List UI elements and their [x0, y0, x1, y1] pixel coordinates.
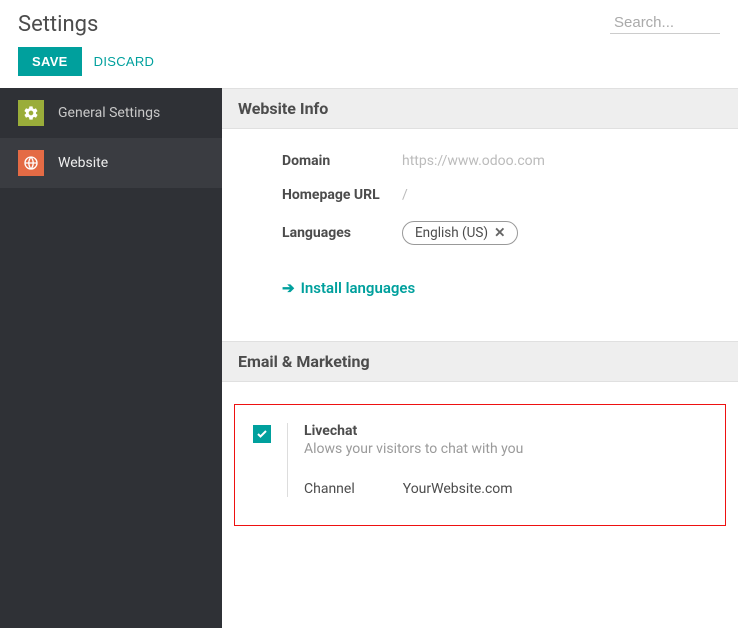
install-languages-link[interactable]: ➔ Install languages	[282, 279, 415, 297]
sidebar-item-website[interactable]: Website	[0, 138, 222, 188]
channel-value[interactable]: YourWebsite.com	[403, 481, 513, 497]
sidebar-item-label: Website	[58, 155, 108, 171]
homepage-url-label: Homepage URL	[282, 187, 382, 203]
livechat-checkbox[interactable]	[253, 425, 271, 443]
sidebar-item-general-settings[interactable]: General Settings	[0, 88, 222, 138]
domain-label: Domain	[282, 153, 382, 169]
section-header-website-info: Website Info	[222, 88, 738, 129]
divider	[287, 423, 288, 497]
domain-value[interactable]: https://www.odoo.com	[402, 153, 545, 169]
livechat-title: Livechat	[304, 423, 707, 439]
channel-label: Channel	[304, 481, 355, 497]
discard-button[interactable]: DISCARD	[94, 54, 155, 69]
arrow-right-icon: ➔	[282, 279, 295, 297]
language-tag-label: English (US)	[415, 225, 488, 241]
section-header-email-marketing: Email & Marketing	[222, 341, 738, 382]
search-input[interactable]	[610, 12, 720, 34]
livechat-description: Alows your visitors to chat with you	[304, 441, 707, 457]
homepage-url-value[interactable]: /	[402, 187, 408, 203]
globe-icon	[18, 150, 44, 176]
livechat-highlight-box: Livechat Alows your visitors to chat wit…	[234, 404, 726, 526]
gear-icon	[18, 100, 44, 126]
language-tag[interactable]: English (US) ✕	[402, 221, 518, 245]
install-languages-label: Install languages	[301, 279, 416, 297]
check-icon	[256, 428, 268, 440]
save-button[interactable]: SAVE	[18, 47, 82, 76]
languages-label: Languages	[282, 225, 382, 241]
sidebar-item-label: General Settings	[58, 105, 160, 121]
close-icon[interactable]: ✕	[494, 225, 505, 241]
page-title: Settings	[18, 12, 98, 37]
